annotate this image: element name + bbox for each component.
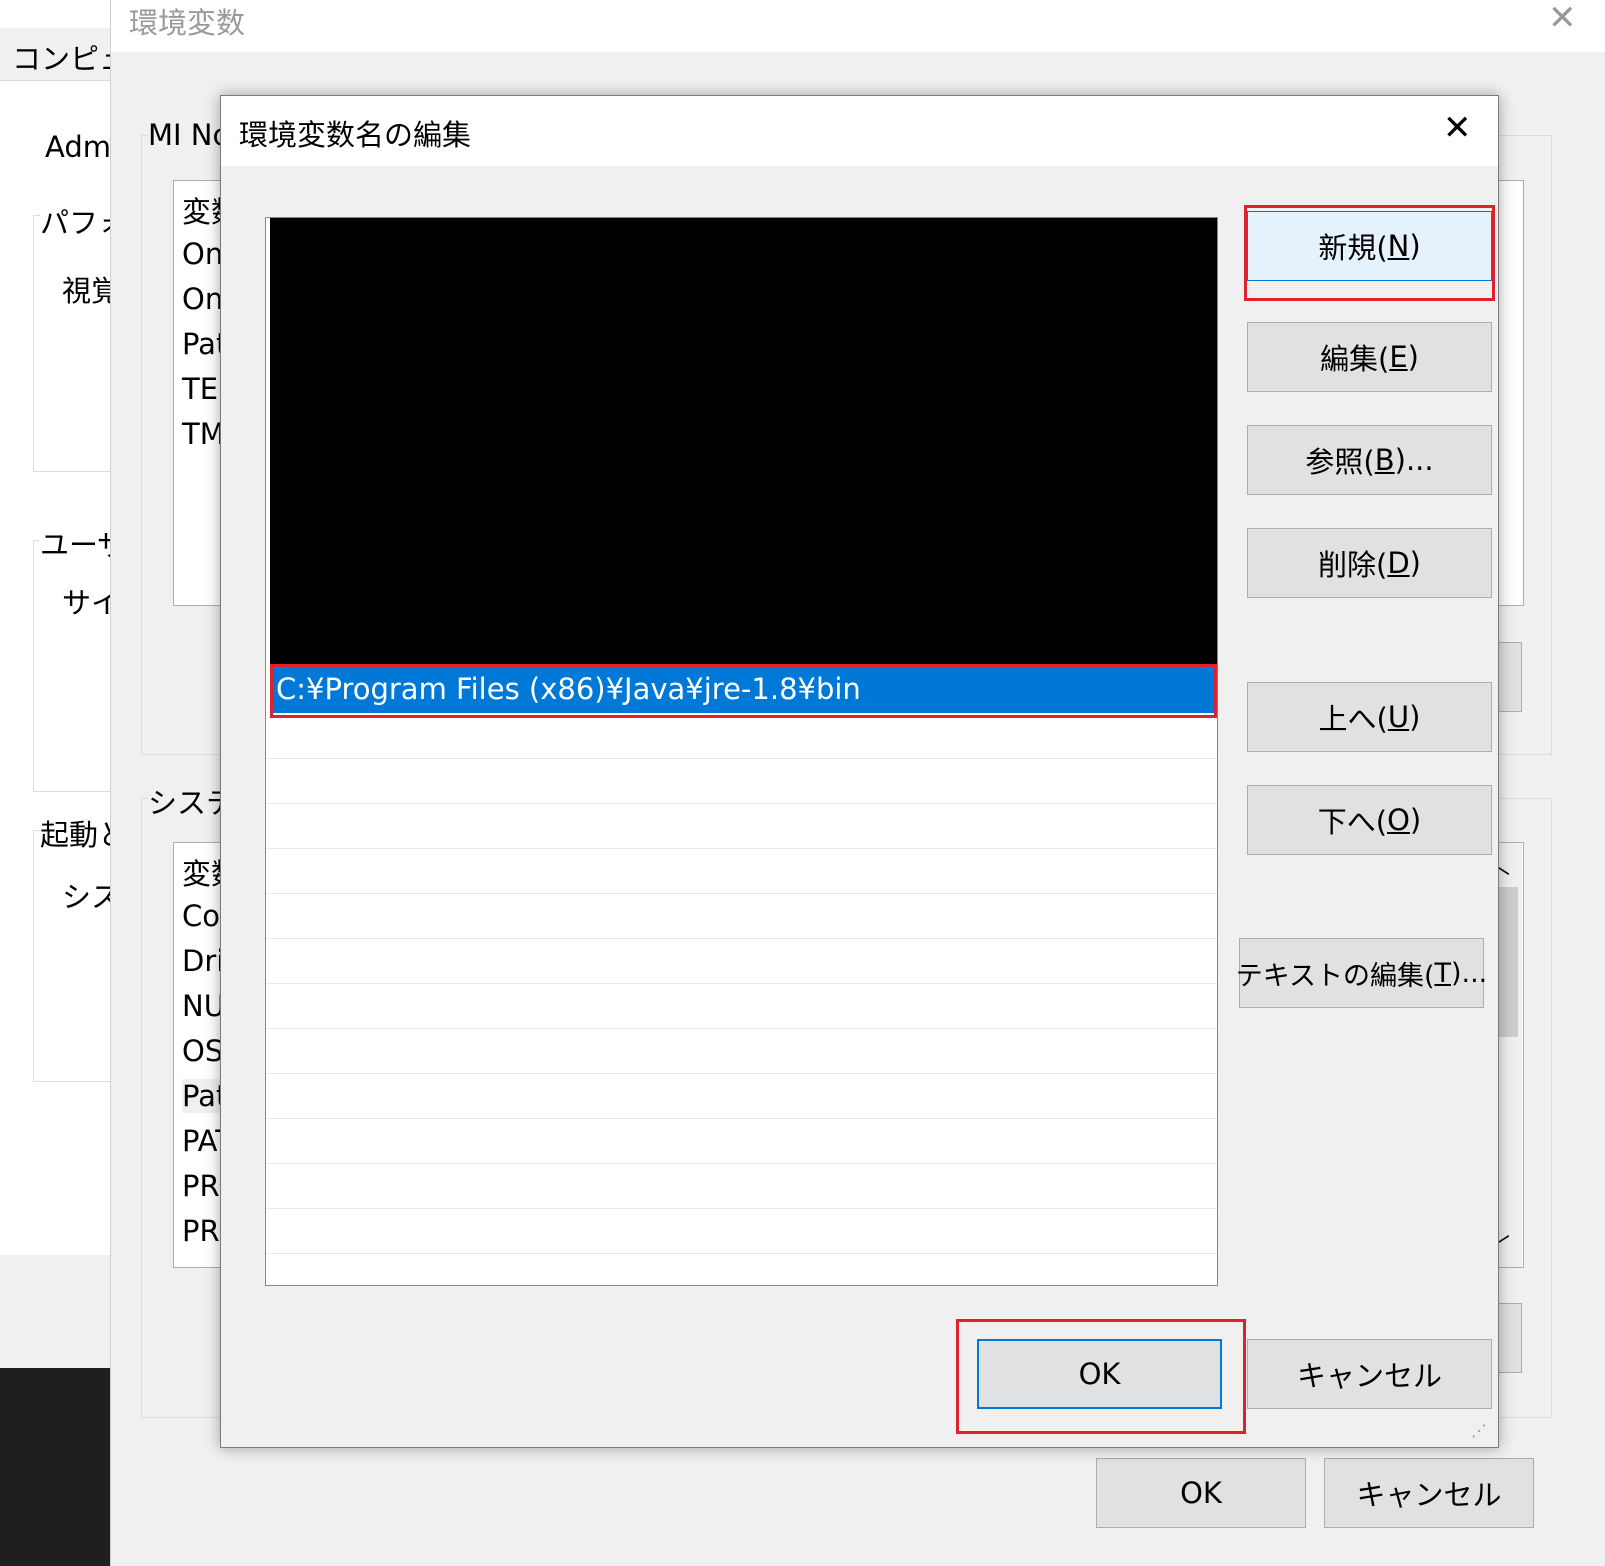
edit-dialog-title: 環境変数名の編集 [239, 118, 472, 152]
edit-button-accesskey: E [1389, 340, 1408, 374]
browse-button-accesskey: B [1374, 443, 1395, 477]
redacted-area [270, 218, 1217, 665]
env-ok-button[interactable]: OK [1096, 1458, 1306, 1528]
selected-path-text: C:¥Program Files (x86)¥Java¥jre-1.8¥bin [276, 672, 861, 706]
browse-button[interactable]: 参照(B)... [1247, 425, 1492, 495]
user-profile-groupbox [33, 540, 115, 792]
env-dialog-title: 環境変数 [129, 6, 246, 40]
env-cancel-button[interactable]: キャンセル [1324, 1458, 1534, 1528]
list-row-divider [266, 1208, 1217, 1209]
ok-button[interactable]: OK [977, 1339, 1222, 1409]
close-icon[interactable]: ✕ [1443, 108, 1472, 148]
list-row-divider [266, 1253, 1217, 1254]
system-properties-window: コンピュー Adm パフォ 視覚 ユーザ サイ 起動と シス [0, 0, 157, 1566]
list-row-divider [266, 758, 1217, 759]
cancel-button[interactable]: キャンセル [1247, 1339, 1492, 1409]
system-properties-tabbar: コンピュー [0, 28, 157, 81]
move-up-button-label-tail: ) [1409, 700, 1421, 734]
list-item[interactable]: OS [182, 1034, 223, 1068]
edit-dialog-titlebar: 環境変数名の編集 ✕ [221, 96, 1498, 166]
move-down-button-accesskey: O [1387, 803, 1410, 837]
delete-button[interactable]: 削除(D) [1247, 528, 1492, 598]
list-row-divider [266, 803, 1217, 804]
move-up-button-accesskey: U [1387, 700, 1410, 734]
move-up-button[interactable]: 上へ(U) [1247, 682, 1492, 752]
move-down-button-label-tail: ) [1409, 803, 1422, 837]
list-row-divider [266, 1028, 1217, 1029]
close-icon[interactable]: ✕ [1548, 0, 1577, 38]
env-dialog-titlebar: 環境変数 ✕ [111, 0, 1605, 52]
startup-groupbox [33, 830, 115, 1082]
list-item[interactable]: TM [182, 417, 225, 451]
edit-environment-variable-dialog: 環境変数名の編集 ✕ ...g... (...) C:¥Program File… [220, 95, 1499, 1448]
system-properties-footer [0, 1255, 112, 1368]
list-row-divider [266, 1163, 1217, 1164]
list-row-divider [266, 1118, 1217, 1119]
new-button-accesskey: N [1387, 229, 1410, 263]
selected-list-item[interactable]: C:¥Program Files (x86)¥Java¥jre-1.8¥bin [270, 667, 1215, 713]
edit-button-label-tail: ) [1407, 340, 1419, 374]
admin-note-label: Adm [45, 130, 111, 164]
move-down-button-label: 下へ( [1317, 805, 1388, 839]
list-row-divider [266, 893, 1217, 894]
move-up-button-label: 上へ( [1318, 702, 1388, 736]
edit-text-button-accesskey: T [1434, 957, 1451, 989]
new-button[interactable]: 新規(N) [1247, 211, 1492, 281]
edit-text-button-label-tail: )... [1450, 957, 1488, 989]
edit-button[interactable]: 編集(E) [1247, 322, 1492, 392]
delete-button-label-tail: ) [1409, 546, 1421, 580]
path-list[interactable]: ...g... (...) C:¥Program Files (x86)¥Jav… [265, 217, 1218, 1286]
resize-grip-icon[interactable]: ⋰ [1471, 1421, 1487, 1440]
new-button-label-tail: ) [1409, 229, 1421, 263]
list-row-divider [266, 1073, 1217, 1074]
new-button-label: 新規( [1318, 231, 1388, 265]
desktop-background [0, 1368, 112, 1566]
edit-text-button[interactable]: テキストの編集(T)... [1235, 938, 1488, 1008]
list-row-divider [266, 848, 1217, 849]
user-variables-group-label: MI Nc [148, 118, 229, 152]
list-row-divider [266, 983, 1217, 984]
browse-button-label-tail: )... [1394, 443, 1434, 477]
edit-text-button-label: テキストの編集( [1235, 960, 1435, 992]
performance-groupbox [33, 215, 115, 472]
browse-button-label: 参照( [1305, 445, 1375, 479]
edit-button-label: 編集( [1320, 342, 1390, 376]
list-row-divider [266, 938, 1217, 939]
delete-button-label: 削除( [1318, 548, 1388, 582]
list-item[interactable]: NU [182, 989, 225, 1023]
move-down-button[interactable]: 下へ(O) [1247, 785, 1492, 855]
delete-button-accesskey: D [1387, 546, 1410, 580]
